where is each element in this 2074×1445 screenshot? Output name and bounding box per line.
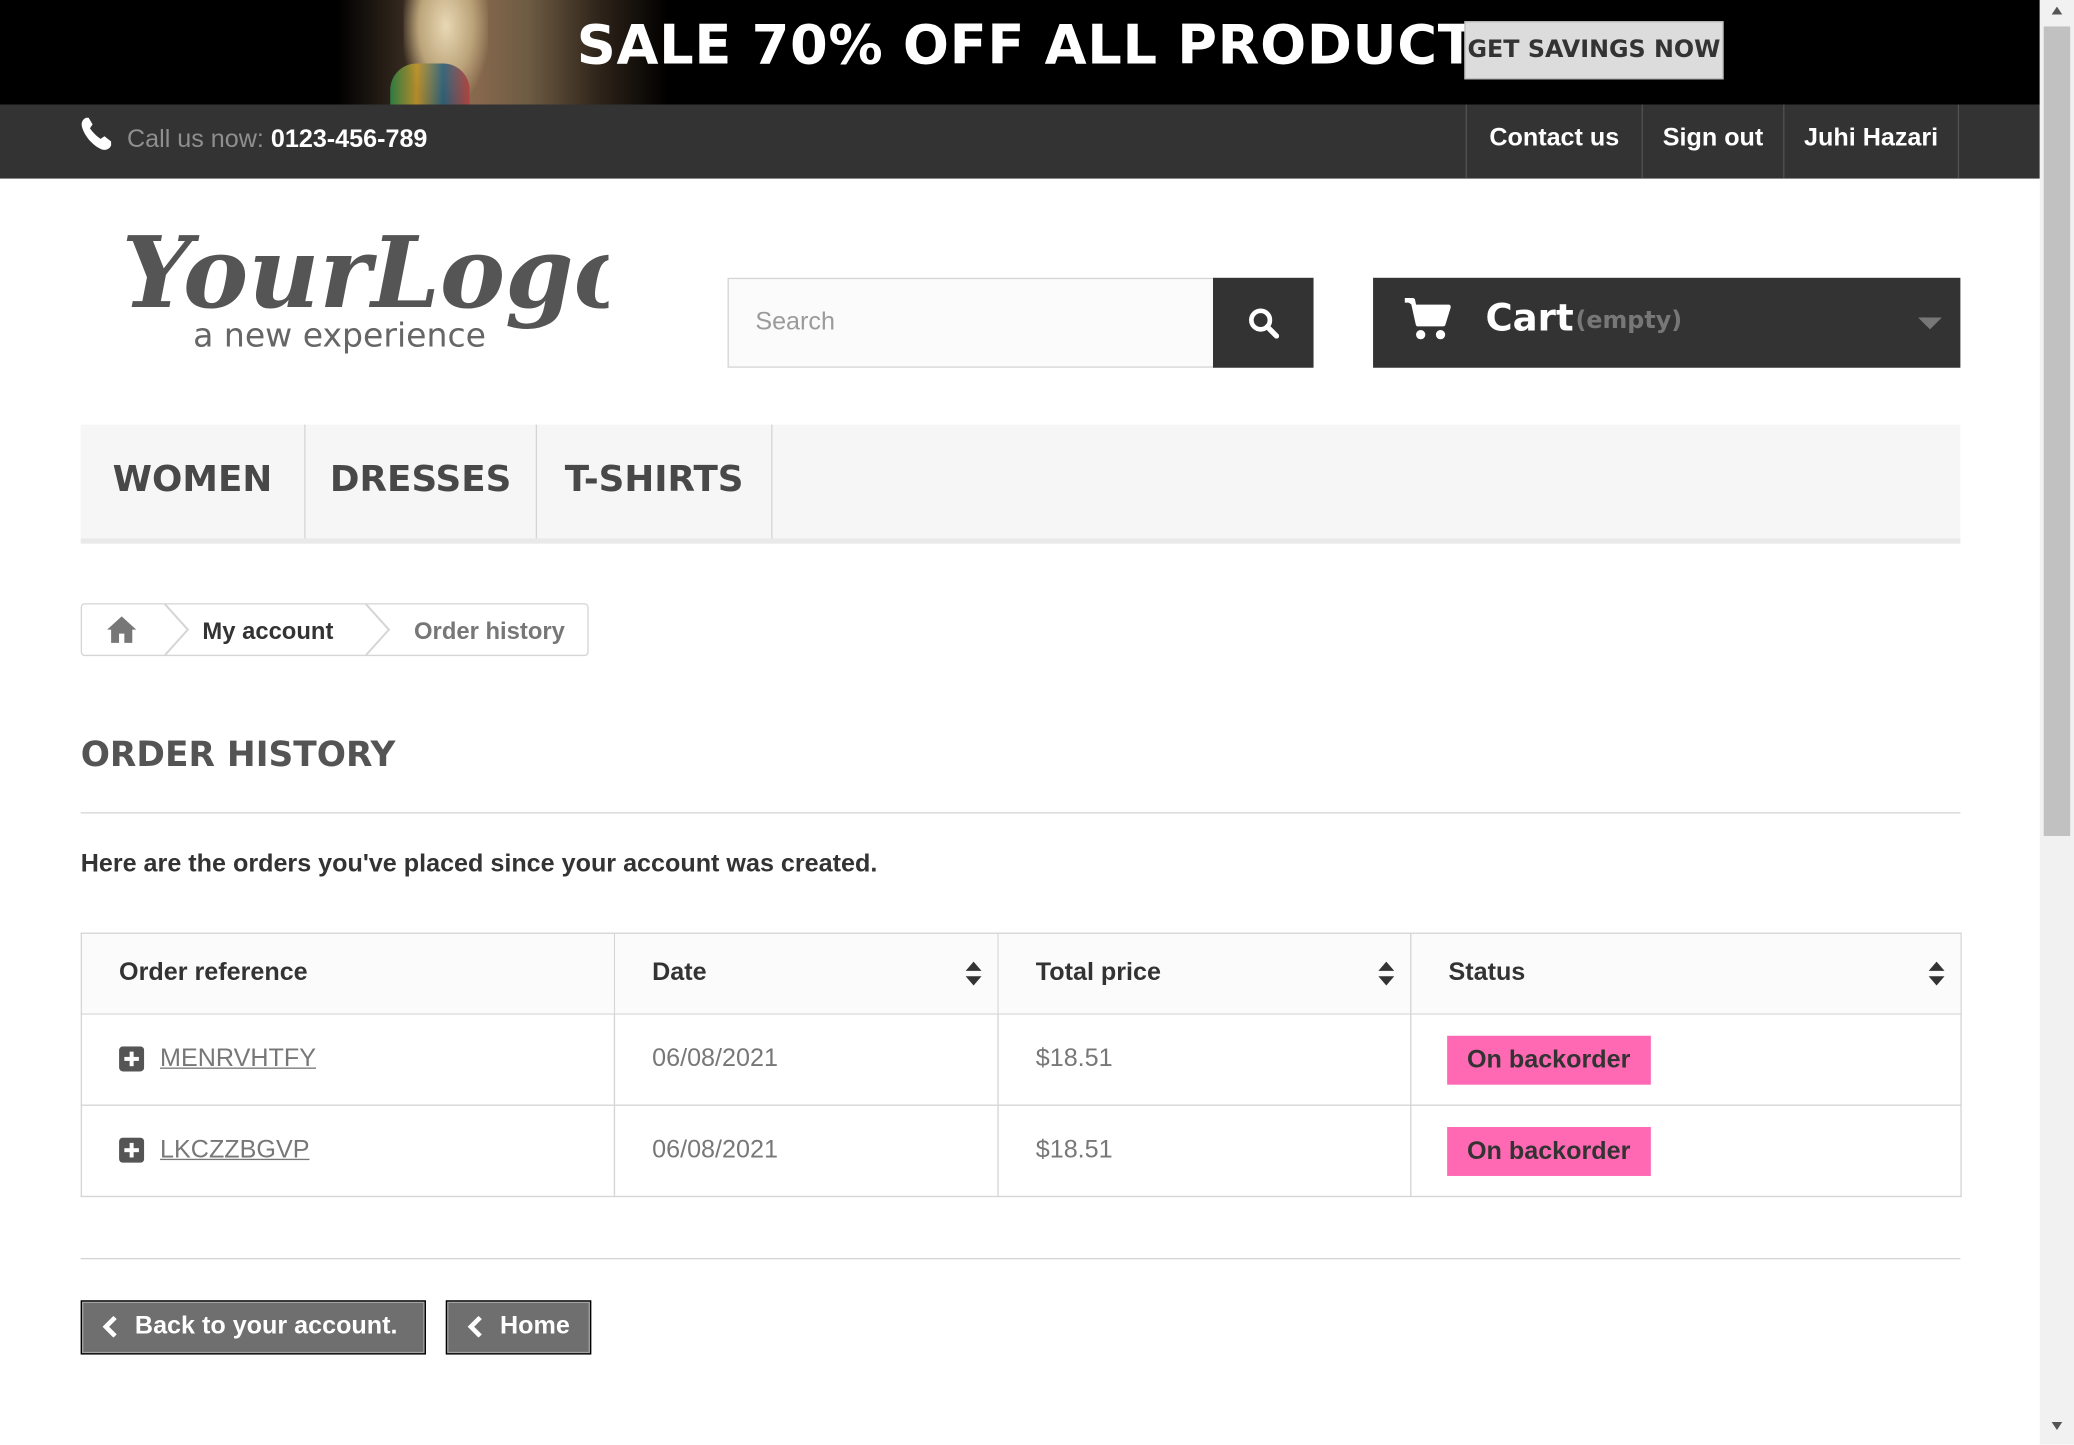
- cell-order-reference: MENRVHTFY: [80, 1013, 616, 1106]
- search-input[interactable]: [727, 277, 1215, 368]
- banner-headline: SALE 70% OFF ALL PRODUCTS: [576, 13, 1516, 77]
- column-header-date[interactable]: Date: [613, 932, 999, 1015]
- top-nav: Call us now: 0123-456-789 Contact us Sig…: [0, 104, 2040, 179]
- column-header-order-reference: Order reference: [80, 932, 616, 1015]
- table-row: MENRVHTFY 06/08/2021 $18.51 On backorder: [80, 1013, 1962, 1106]
- divider: [80, 1257, 1961, 1260]
- back-to-account-button[interactable]: Back to your account.: [80, 1300, 426, 1355]
- menu-item-women[interactable]: WOMEN: [81, 424, 306, 539]
- scrollbar-thumb[interactable]: [2043, 26, 2071, 837]
- plus-square-icon[interactable]: [119, 1046, 145, 1072]
- column-header-total-price[interactable]: Total price: [997, 932, 1412, 1015]
- status-badge: On backorder: [1447, 1126, 1651, 1176]
- cell-total-price: $18.51: [997, 1013, 1412, 1106]
- account-name-link[interactable]: Juhi Hazari: [1783, 104, 1958, 179]
- chevron-down-icon[interactable]: [1918, 315, 1942, 331]
- sort-icon[interactable]: [965, 961, 982, 986]
- breadcrumb-separator: [163, 604, 190, 655]
- sort-icon[interactable]: [1378, 961, 1395, 986]
- page-intro: Here are the orders you've placed since …: [80, 850, 878, 879]
- sort-icon[interactable]: [1928, 961, 1945, 986]
- table-row: LKCZZBGVP 06/08/2021 $18.51 On backorder: [80, 1104, 1962, 1198]
- cart-icon: [1404, 297, 1451, 340]
- table-header-row: Order reference Date Total price Status: [80, 932, 1962, 1015]
- status-badge: On backorder: [1447, 1035, 1651, 1085]
- search-icon: [1249, 308, 1280, 339]
- cell-order-reference: LKCZZBGVP: [80, 1104, 616, 1198]
- call-us-label: Call us now:: [126, 125, 264, 154]
- call-us-text: Call us now: 0123-456-789: [127, 126, 427, 155]
- category-menu: WOMEN DRESSES T-SHIRTS: [80, 424, 1961, 544]
- breadcrumb-separator: [364, 604, 391, 655]
- breadcrumb: My account Order history: [80, 603, 589, 657]
- cell-date: 06/08/2021: [613, 1104, 999, 1198]
- page: SALE 70% OFF ALL PRODUCTS GET SAVINGS NO…: [0, 0, 2074, 1445]
- divider: [80, 812, 1961, 814]
- scroll-down-arrow-icon[interactable]: [2050, 1421, 2063, 1432]
- logo-tagline: a new experience: [193, 316, 486, 355]
- site-logo[interactable]: YourLogo a new experience: [119, 212, 609, 364]
- menu-item-dresses[interactable]: DRESSES: [306, 424, 538, 539]
- phone-icon: [81, 117, 112, 150]
- cart-label: Cart: [1485, 296, 1574, 340]
- chevron-left-icon: [467, 1316, 482, 1338]
- cell-status: On backorder: [1410, 1013, 1962, 1106]
- cell-total-price: $18.51: [997, 1104, 1412, 1198]
- cell-status: On backorder: [1410, 1104, 1962, 1198]
- order-history-table: Order reference Date Total price Status …: [80, 932, 1962, 1198]
- search-button[interactable]: [1213, 277, 1314, 368]
- order-reference-link[interactable]: MENRVHTFY: [160, 1045, 316, 1073]
- column-header-status[interactable]: Status: [1410, 932, 1962, 1015]
- menu-item-tshirts[interactable]: T-SHIRTS: [537, 424, 773, 539]
- scroll-up-arrow-icon[interactable]: [2050, 5, 2063, 16]
- cart-block[interactable]: Cart (empty): [1373, 277, 1961, 368]
- get-savings-button[interactable]: GET SAVINGS NOW: [1464, 21, 1724, 80]
- phone-number: 0123-456-789: [270, 125, 428, 154]
- contact-us-link[interactable]: Contact us: [1465, 104, 1642, 179]
- promo-banner[interactable]: SALE 70% OFF ALL PRODUCTS GET SAVINGS NO…: [0, 0, 2040, 105]
- page-title: ORDER HISTORY: [80, 735, 396, 776]
- breadcrumb-my-account[interactable]: My account: [202, 618, 333, 646]
- home-button[interactable]: Home: [445, 1300, 592, 1355]
- vertical-scrollbar[interactable]: [2039, 0, 2074, 1445]
- breadcrumb-order-history: Order history: [414, 617, 565, 645]
- plus-square-icon[interactable]: [119, 1137, 145, 1163]
- cart-status: (empty): [1575, 306, 1683, 335]
- logo-main-text: YourLogo: [122, 216, 609, 331]
- chevron-left-icon: [102, 1316, 117, 1338]
- home-icon[interactable]: [106, 615, 138, 644]
- order-reference-link[interactable]: LKCZZBGVP: [160, 1136, 309, 1164]
- home-label: Home: [500, 1312, 570, 1340]
- sign-out-link[interactable]: Sign out: [1641, 104, 1784, 179]
- back-to-account-label: Back to your account.: [134, 1312, 398, 1340]
- cell-date: 06/08/2021: [613, 1013, 999, 1106]
